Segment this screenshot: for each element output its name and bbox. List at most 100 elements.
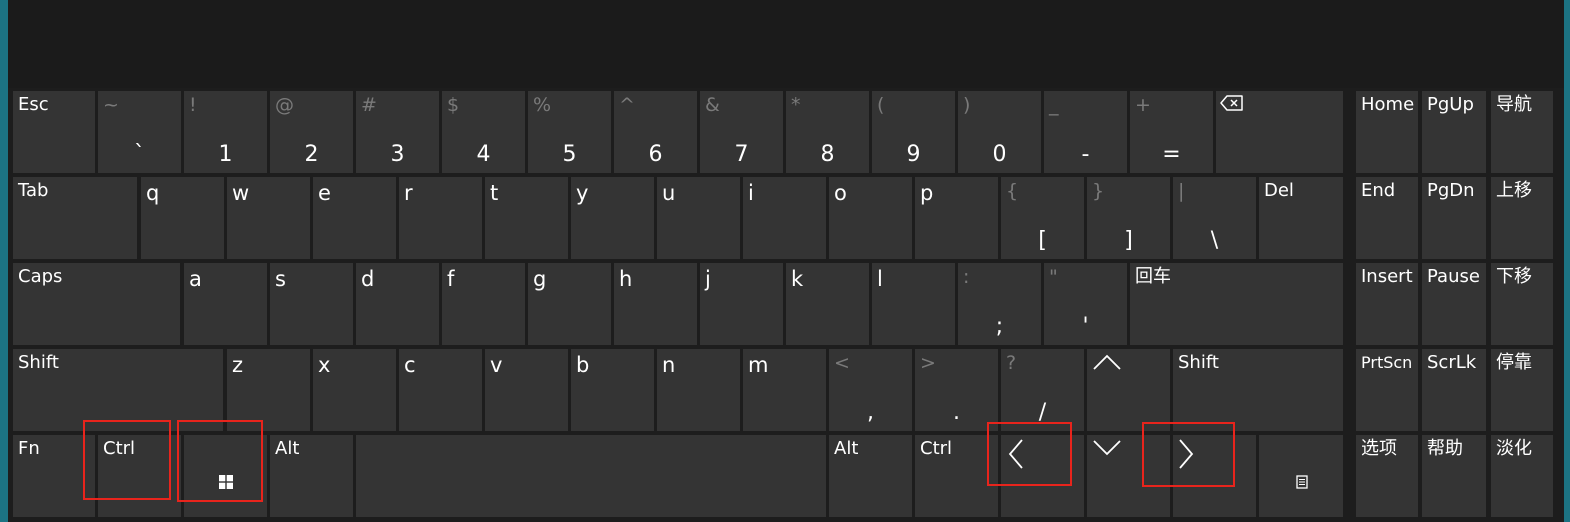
key-g[interactable]: g — [528, 263, 611, 345]
key-label: [ — [1038, 228, 1047, 253]
key-move-down[interactable]: 下移 — [1491, 263, 1553, 345]
key-k[interactable]: k — [786, 263, 869, 345]
arrow-left-icon — [1007, 438, 1025, 474]
key-pgup[interactable]: PgUp — [1422, 91, 1486, 173]
key-left-bracket[interactable]: {[ — [1001, 177, 1084, 259]
key-arrow-up[interactable] — [1087, 349, 1170, 431]
key-shift-left[interactable]: Shift — [13, 349, 223, 431]
key-w[interactable]: w — [227, 177, 310, 259]
key-enter[interactable]: 回车 — [1130, 263, 1343, 345]
key-ctrl-left[interactable]: Ctrl — [98, 435, 181, 517]
key-z[interactable]: z — [227, 349, 310, 431]
key-v[interactable]: v — [485, 349, 568, 431]
key-dock[interactable]: 停靠 — [1491, 349, 1553, 431]
key-space[interactable] — [356, 435, 826, 517]
key-r[interactable]: r — [399, 177, 482, 259]
key-h[interactable]: h — [614, 263, 697, 345]
key-arrow-down[interactable] — [1087, 435, 1170, 517]
key-shift-label: ( — [877, 94, 885, 116]
key-label: ] — [1124, 228, 1133, 253]
key-n[interactable]: n — [657, 349, 740, 431]
key-comma[interactable]: <, — [829, 349, 912, 431]
key-a[interactable]: a — [184, 263, 267, 345]
key-label: m — [748, 353, 769, 377]
key-equal[interactable]: + = — [1130, 91, 1213, 173]
key-c[interactable]: c — [399, 349, 482, 431]
key-b[interactable]: b — [571, 349, 654, 431]
key-p[interactable]: p — [915, 177, 998, 259]
key-label: Alt — [275, 438, 300, 459]
key-move-up[interactable]: 上移 — [1491, 177, 1553, 259]
key-help[interactable]: 帮助 — [1422, 435, 1486, 517]
key-home[interactable]: Home — [1356, 91, 1418, 173]
key-label: 选项 — [1361, 438, 1397, 459]
key-esc[interactable]: Esc — [13, 91, 95, 173]
key-i[interactable]: i — [743, 177, 826, 259]
key-s[interactable]: s — [270, 263, 353, 345]
key-y[interactable]: y — [571, 177, 654, 259]
key-shift-label: | — [1178, 180, 1185, 202]
key-label: j — [705, 267, 711, 291]
key-label: o — [834, 181, 847, 205]
key-backtick[interactable]: ~ ` — [98, 91, 181, 173]
key-tab[interactable]: Tab — [13, 177, 137, 259]
key-ctrl-right[interactable]: Ctrl — [915, 435, 998, 517]
key-pgdn[interactable]: PgDn — [1422, 177, 1486, 259]
key-options[interactable]: 选项 — [1356, 435, 1418, 517]
key-label: 2 — [304, 142, 319, 167]
key-shift-label: ? — [1006, 352, 1017, 374]
key-t[interactable]: t — [485, 177, 568, 259]
key-right-bracket[interactable]: }] — [1087, 177, 1170, 259]
key-end[interactable]: End — [1356, 177, 1418, 259]
key-scrlk[interactable]: ScrLk — [1422, 349, 1486, 431]
key-windows[interactable] — [184, 435, 267, 517]
key-f[interactable]: f — [442, 263, 525, 345]
key-label: 0 — [992, 142, 1007, 167]
key-shift-label: + — [1135, 94, 1151, 116]
key-4[interactable]: $4 — [442, 91, 525, 173]
key-0[interactable]: ) 0 — [958, 91, 1041, 173]
key-5[interactable]: % 5 — [528, 91, 611, 173]
backspace-icon — [1220, 95, 1244, 115]
key-insert[interactable]: Insert — [1356, 263, 1418, 345]
key-9[interactable]: (9 — [872, 91, 955, 173]
arrow-up-icon — [1092, 353, 1122, 375]
key-q[interactable]: q — [141, 177, 224, 259]
key-minus[interactable]: _ - — [1044, 91, 1127, 173]
key-caps[interactable]: Caps — [13, 263, 180, 345]
key-l[interactable]: l — [872, 263, 955, 345]
key-arrow-right[interactable] — [1173, 435, 1256, 517]
key-7[interactable]: & 7 — [700, 91, 783, 173]
key-8[interactable]: * 8 — [786, 91, 869, 173]
key-6[interactable]: ^ 6 — [614, 91, 697, 173]
key-o[interactable]: o — [829, 177, 912, 259]
key-j[interactable]: j — [700, 263, 783, 345]
key-backspace[interactable] — [1216, 91, 1343, 173]
key-alt-left[interactable]: Alt — [270, 435, 353, 517]
key-backslash[interactable]: | \ — [1173, 177, 1256, 259]
context-menu-icon — [1295, 474, 1308, 493]
key-alt-right[interactable]: Alt — [829, 435, 912, 517]
key-1[interactable]: ! 1 — [184, 91, 267, 173]
key-shift-right[interactable]: Shift — [1173, 349, 1343, 431]
key-semicolon[interactable]: :; — [958, 263, 1041, 345]
key-del[interactable]: Del — [1259, 177, 1343, 259]
key-e[interactable]: e — [313, 177, 396, 259]
key-slash[interactable]: ? / — [1001, 349, 1084, 431]
key-pause[interactable]: Pause — [1422, 263, 1486, 345]
key-3[interactable]: #3 — [356, 91, 439, 173]
key-fn[interactable]: Fn — [13, 435, 95, 517]
key-u[interactable]: u — [657, 177, 740, 259]
key-x[interactable]: x — [313, 349, 396, 431]
key-d[interactable]: d — [356, 263, 439, 345]
key-quote[interactable]: " ' — [1044, 263, 1127, 345]
key-arrow-left[interactable] — [1001, 435, 1084, 517]
key-label: 淡化 — [1496, 438, 1532, 459]
key-navigate[interactable]: 导航 — [1491, 91, 1553, 173]
key-fade[interactable]: 淡化 — [1491, 435, 1553, 517]
key-menu[interactable] — [1259, 435, 1343, 517]
key-2[interactable]: @2 — [270, 91, 353, 173]
key-prtscn[interactable]: PrtScn — [1356, 349, 1418, 431]
key-period[interactable]: >. — [915, 349, 998, 431]
key-m[interactable]: m — [743, 349, 826, 431]
